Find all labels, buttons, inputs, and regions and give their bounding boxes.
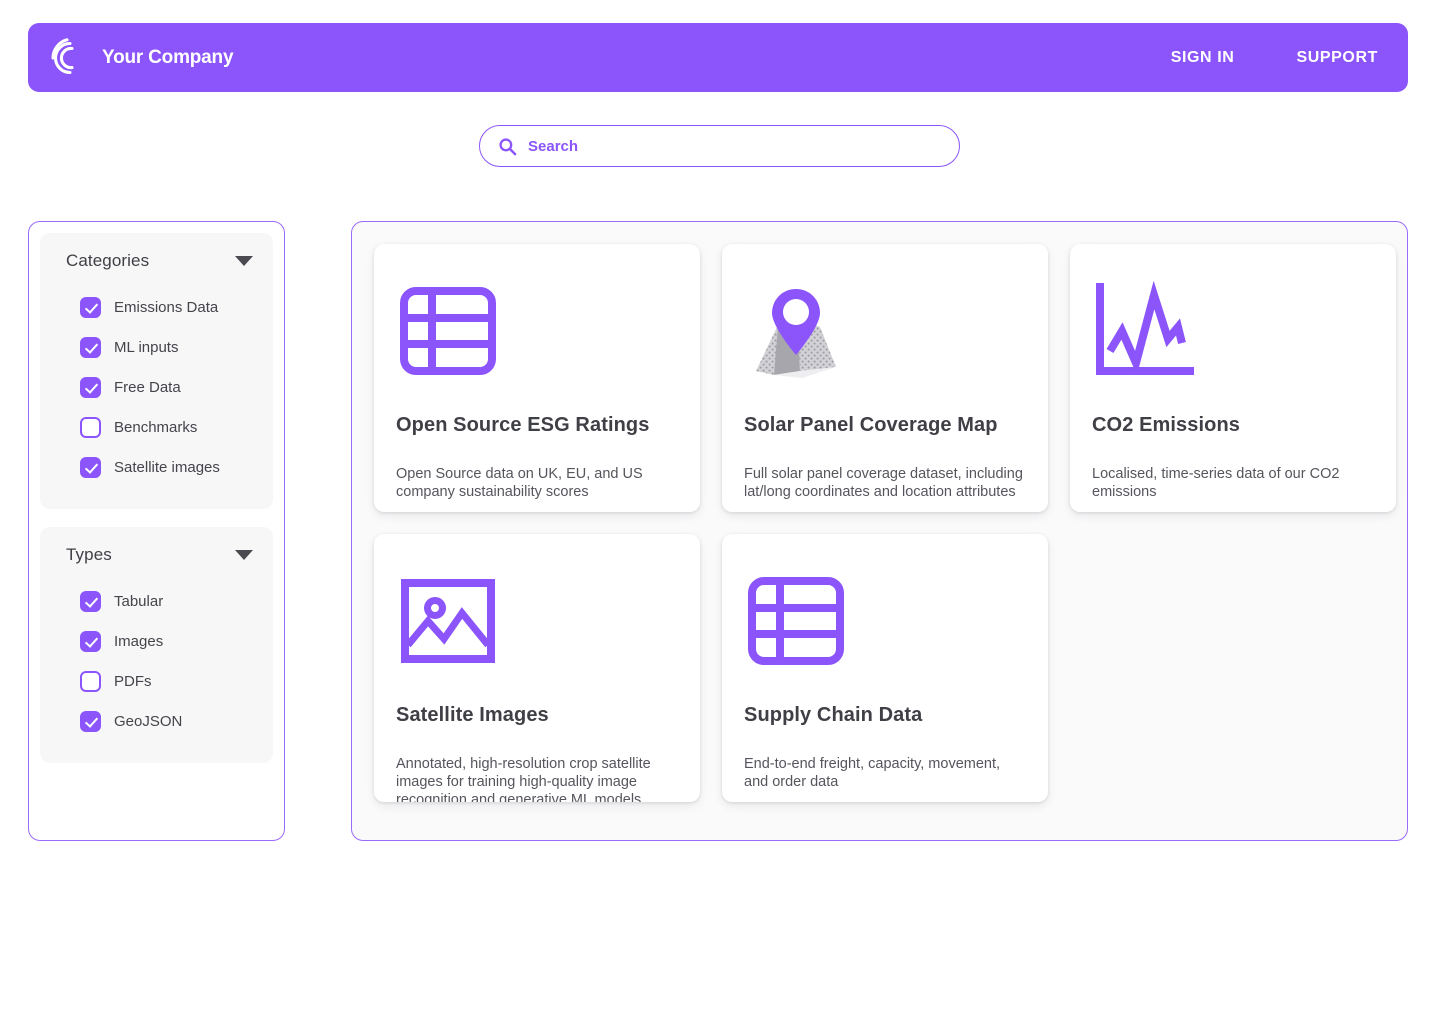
table-icon [396, 279, 500, 383]
checkbox-checked-icon[interactable] [80, 297, 101, 318]
filter-option-label: GeoJSON [114, 713, 182, 730]
card-title: Supply Chain Data [744, 704, 1026, 727]
card-description: Open Source data on UK, EU, and US compa… [396, 465, 678, 501]
brand: Your Company [50, 38, 233, 78]
card-icon [744, 268, 1026, 394]
map-pin-icon [744, 279, 848, 383]
filters-sidebar: Categories Emissions Data ML inputs Free… [28, 221, 285, 841]
filter-option-ml-inputs[interactable]: ML inputs [40, 327, 273, 367]
filter-option-geojson[interactable]: GeoJSON [40, 701, 273, 741]
card-title: Solar Panel Coverage Map [744, 414, 1026, 437]
dataset-card-grid: Open Source ESG Ratings Open Source data… [374, 244, 1385, 802]
checkbox-unchecked-icon[interactable] [80, 671, 101, 692]
checkbox-checked-icon[interactable] [80, 337, 101, 358]
dataset-card-co2-emissions[interactable]: CO2 Emissions Localised, time-series dat… [1070, 244, 1396, 512]
app-header: Your Company SIGN IN SUPPORT [28, 23, 1408, 92]
filter-option-emissions-data[interactable]: Emissions Data [40, 287, 273, 327]
dataset-card-satellite-images[interactable]: Satellite Images Annotated, high-resolut… [374, 534, 700, 802]
card-description: End-to-end freight, capacity, movement, … [744, 755, 1026, 791]
checkbox-unchecked-icon[interactable] [80, 417, 101, 438]
filter-option-images[interactable]: Images [40, 621, 273, 661]
support-link[interactable]: SUPPORT [1296, 49, 1378, 67]
filter-option-label: Benchmarks [114, 419, 197, 436]
filter-option-label: Emissions Data [114, 299, 218, 316]
card-title: CO2 Emissions [1092, 414, 1374, 437]
card-description: Full solar panel coverage dataset, inclu… [744, 465, 1026, 501]
filter-option-label: Satellite images [114, 459, 220, 476]
checkbox-checked-icon[interactable] [80, 591, 101, 612]
concentric-arcs-logo-icon [50, 38, 88, 78]
results-panel: Open Source ESG Ratings Open Source data… [351, 221, 1408, 841]
table-icon [744, 569, 848, 673]
filter-title: Categories [66, 251, 149, 271]
filter-option-tabular[interactable]: Tabular [40, 581, 273, 621]
image-icon [396, 569, 500, 673]
search-input[interactable] [528, 138, 941, 155]
checkbox-checked-icon[interactable] [80, 711, 101, 732]
filter-option-label: Images [114, 633, 163, 650]
sign-in-link[interactable]: SIGN IN [1171, 49, 1235, 67]
line-chart-icon [1092, 279, 1196, 383]
filter-option-label: Free Data [114, 379, 181, 396]
card-icon [1092, 268, 1374, 394]
card-icon [396, 268, 678, 394]
card-description: Annotated, high-resolution crop satellit… [396, 755, 678, 803]
filter-title: Types [66, 545, 112, 565]
filter-header-categories[interactable]: Categories [40, 251, 273, 271]
card-icon [396, 558, 678, 684]
filter-option-label: PDFs [114, 673, 152, 690]
checkbox-checked-icon[interactable] [80, 377, 101, 398]
filter-option-satellite-images[interactable]: Satellite images [40, 447, 273, 487]
filter-option-benchmarks[interactable]: Benchmarks [40, 407, 273, 447]
card-icon [744, 558, 1026, 684]
search-icon [498, 137, 517, 156]
chevron-down-icon[interactable] [235, 550, 253, 560]
header-nav: SIGN IN SUPPORT [1171, 49, 1378, 67]
card-title: Satellite Images [396, 704, 678, 727]
checkbox-checked-icon[interactable] [80, 631, 101, 652]
filter-panel-types: Types Tabular Images PDFs GeoJSON [40, 527, 273, 763]
brand-name: Your Company [102, 47, 233, 69]
filter-option-pdfs[interactable]: PDFs [40, 661, 273, 701]
card-title: Open Source ESG Ratings [396, 414, 678, 437]
filter-header-types[interactable]: Types [40, 545, 273, 565]
card-description: Localised, time-series data of our CO2 e… [1092, 465, 1374, 501]
filter-option-label: Tabular [114, 593, 163, 610]
search-bar[interactable] [479, 125, 960, 167]
dataset-card-solar-panel-coverage-map[interactable]: Solar Panel Coverage Map Full solar pane… [722, 244, 1048, 512]
dataset-card-open-source-esg-ratings[interactable]: Open Source ESG Ratings Open Source data… [374, 244, 700, 512]
filter-option-label: ML inputs [114, 339, 178, 356]
filter-panel-categories: Categories Emissions Data ML inputs Free… [40, 233, 273, 509]
checkbox-checked-icon[interactable] [80, 457, 101, 478]
filter-option-free-data[interactable]: Free Data [40, 367, 273, 407]
dataset-card-supply-chain-data[interactable]: Supply Chain Data End-to-end freight, ca… [722, 534, 1048, 802]
chevron-down-icon[interactable] [235, 256, 253, 266]
